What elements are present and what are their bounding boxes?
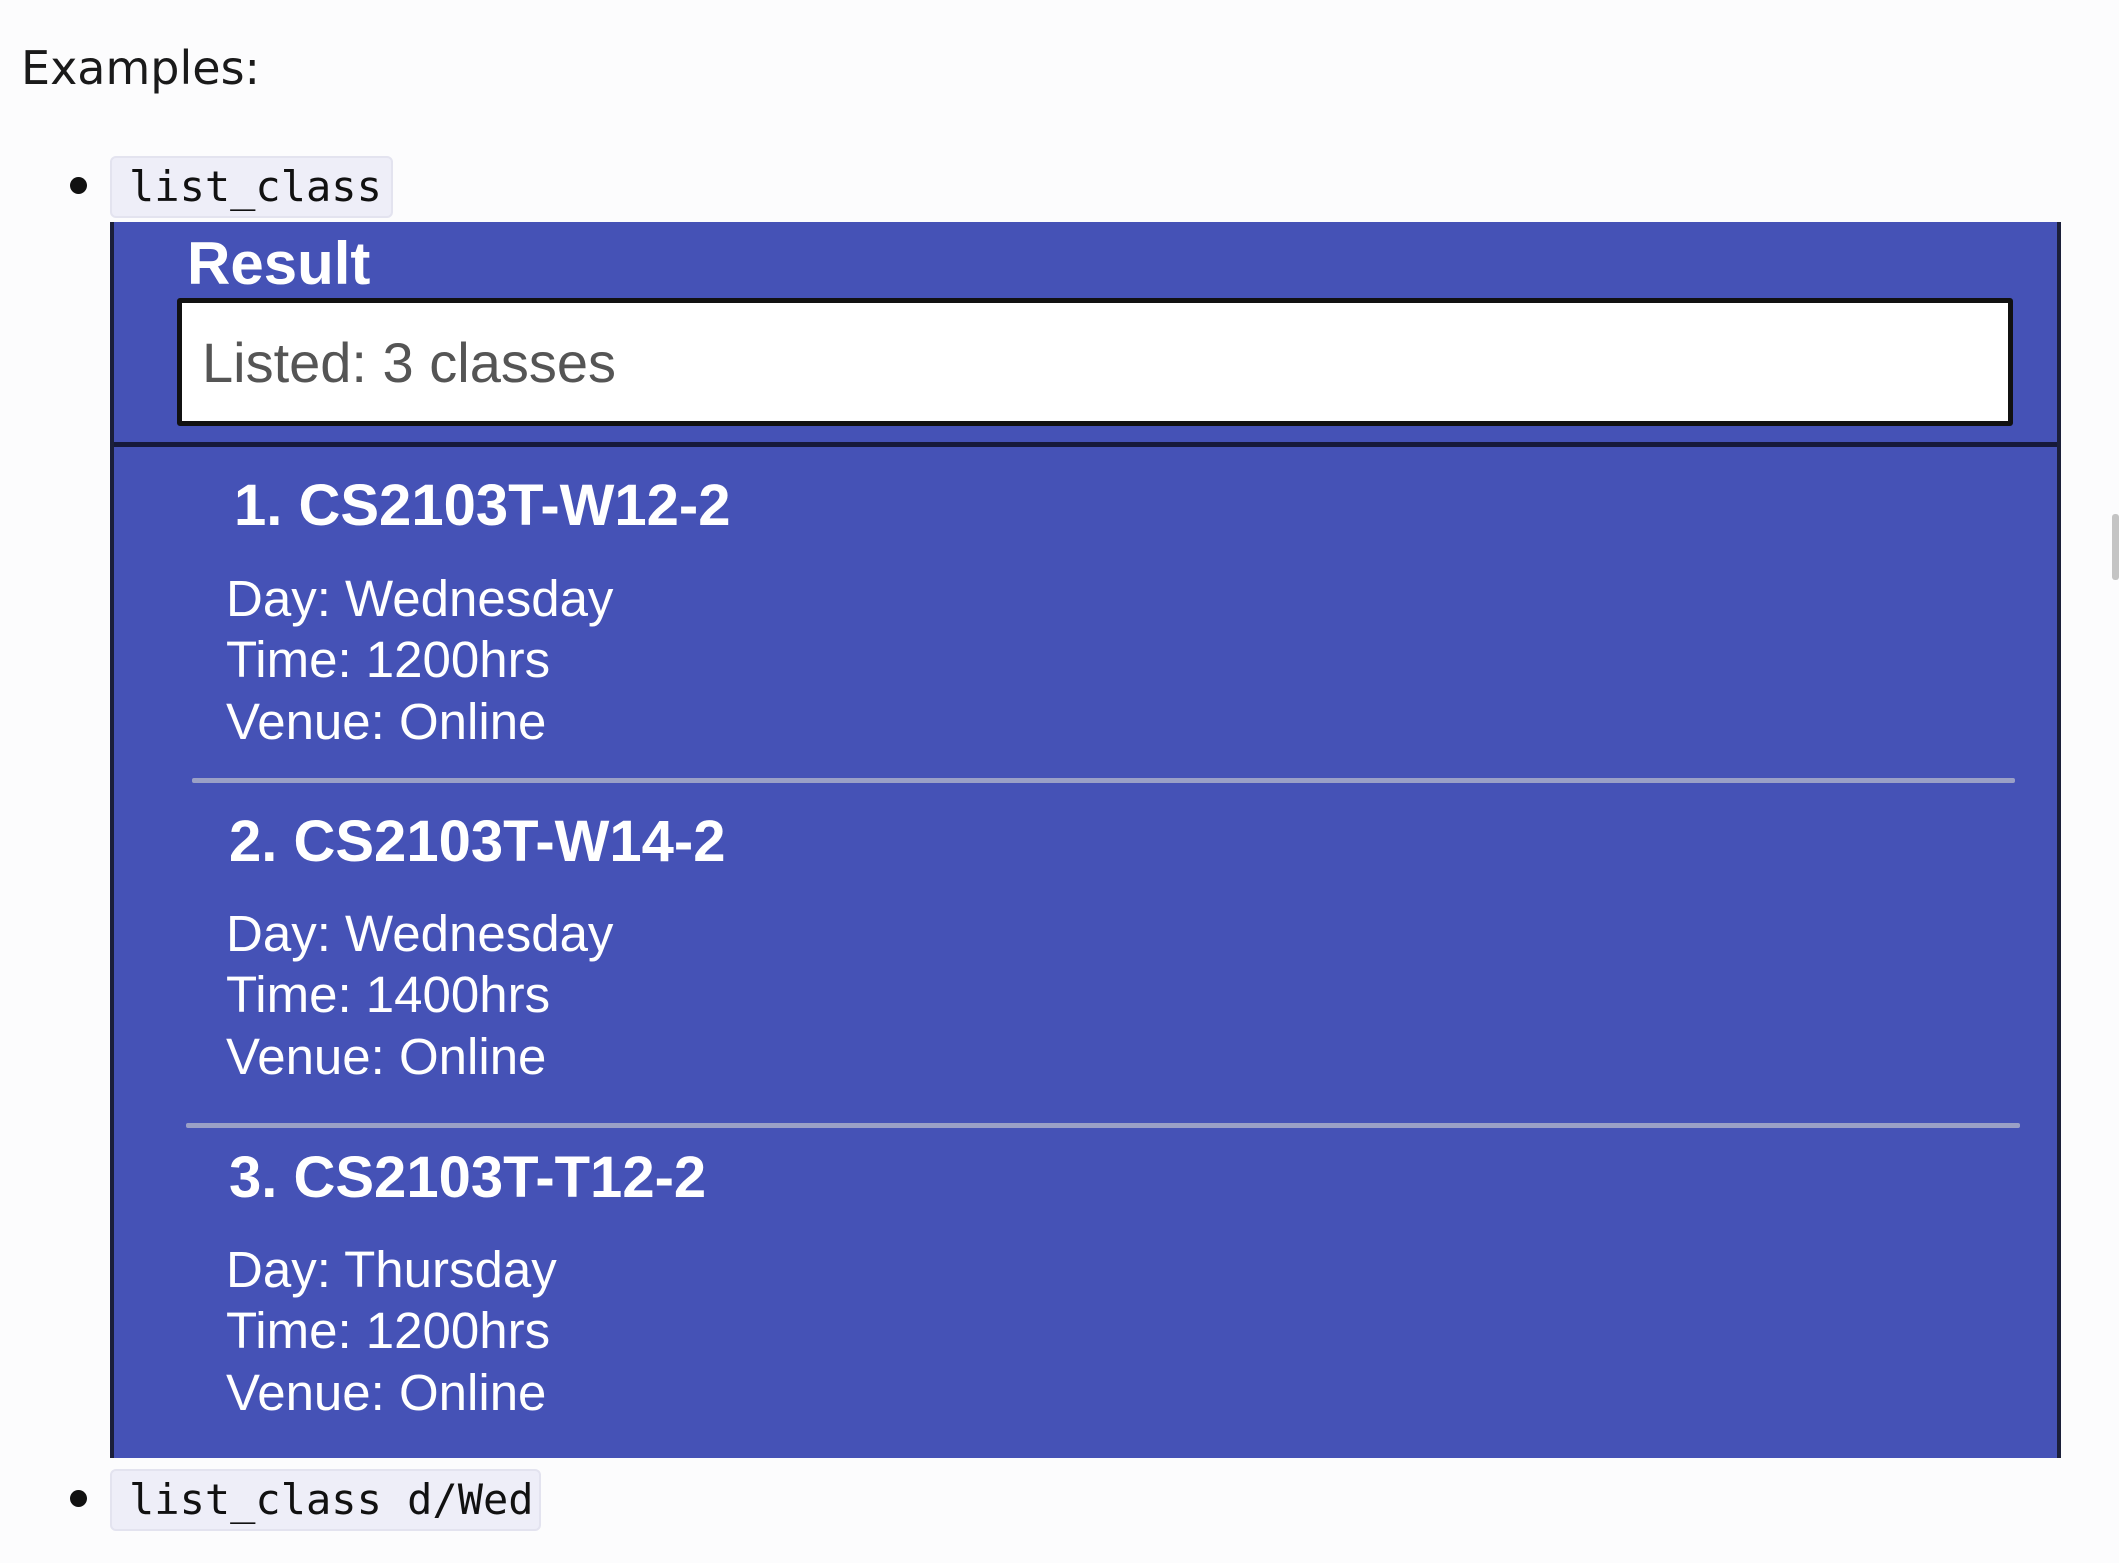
class-day: Day: Wednesday [226,905,614,962]
example-command-code: list_class d/Wed [110,1469,541,1531]
card-separator [186,1123,2020,1128]
class-venue: Venue: Online [226,693,547,750]
example-command-code: list_class [110,156,393,218]
class-title: 2. CS2103T-W14-2 [229,809,726,874]
class-time: Time: 1400hrs [226,966,551,1023]
examples-heading: Examples: [21,41,261,95]
result-message: Listed: 3 classes [202,331,616,394]
class-venue: Venue: Online [226,1364,547,1421]
class-time: Time: 1200hrs [226,1302,551,1359]
class-title: 3. CS2103T-T12-2 [229,1145,707,1210]
bullet-marker [70,1490,87,1507]
card-separator [192,778,2015,783]
result-message-box: Listed: 3 classes [177,298,2013,426]
bullet-marker [70,177,87,194]
class-time: Time: 1200hrs [226,631,551,688]
result-screenshot-panel: Result Listed: 3 classes 1. CS2103T-W12-… [110,222,2061,1458]
class-venue: Venue: Online [226,1028,547,1085]
class-day: Day: Wednesday [226,570,614,627]
class-title: 1. CS2103T-W12-2 [234,473,731,538]
result-title: Result [187,230,371,297]
scrollbar-thumb[interactable] [2112,514,2119,580]
panel-divider [114,442,2057,447]
class-day: Day: Thursday [226,1241,557,1298]
